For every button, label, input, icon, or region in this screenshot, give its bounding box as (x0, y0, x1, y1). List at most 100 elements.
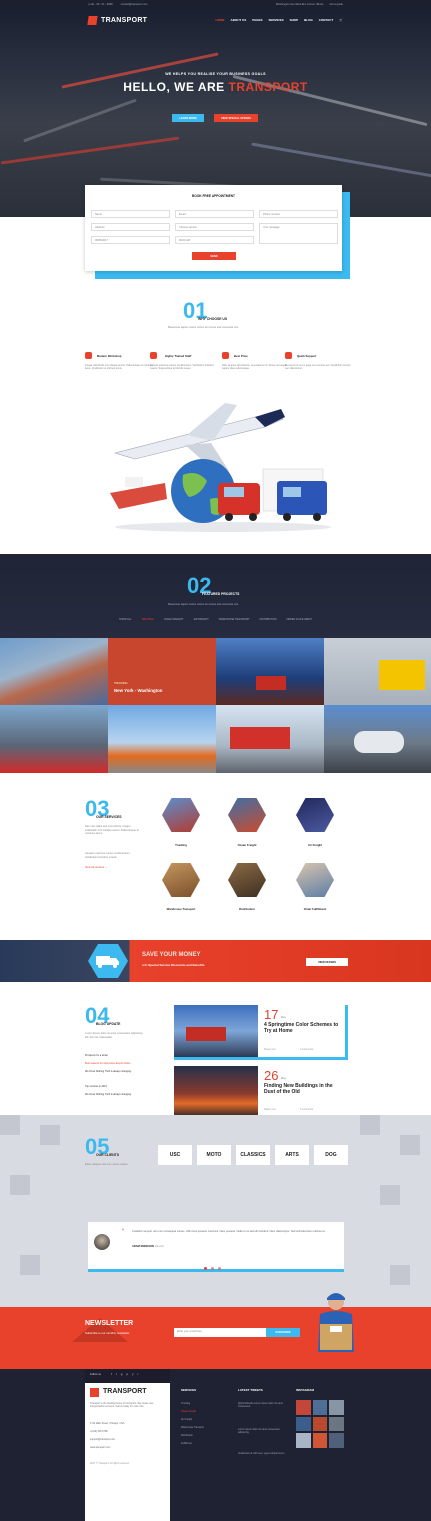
email-field[interactable]: Email (175, 210, 254, 218)
project-tile[interactable] (324, 705, 431, 773)
post-title[interactable]: 4 Springtime Color Schemes to Try at Hom… (264, 1022, 344, 1034)
slider-dot[interactable] (218, 1267, 221, 1270)
blog-image[interactable] (174, 1005, 258, 1057)
post-comments[interactable]: 3 comments (300, 1048, 313, 1051)
client-logo[interactable]: DOG (314, 1145, 348, 1165)
air-freight-hex[interactable] (296, 798, 334, 832)
instagram-thumb[interactable] (329, 1416, 344, 1432)
post-title[interactable]: Finding New Buildings in the Dust of the… (264, 1083, 344, 1095)
view-offers-button[interactable]: VIEW OFFERS (306, 958, 348, 966)
instagram-thumb[interactable] (312, 1433, 328, 1448)
post-meta[interactable]: Read more (264, 1048, 276, 1051)
instagram-thumb[interactable] (329, 1400, 344, 1415)
blog-list-item[interactable]: Prospects for a winter (85, 1054, 108, 1057)
youtube-icon[interactable]: y (132, 1372, 134, 1376)
distribution-hex[interactable] (228, 863, 266, 897)
twitter-icon[interactable]: t (116, 1372, 117, 1376)
blog-list-item[interactable]: We Know Nothing Truth is always changing… (85, 1070, 145, 1073)
footer-service-link[interactable]: Ocean Freight (181, 1410, 196, 1413)
service-label[interactable]: Warehouse Transport (151, 907, 211, 911)
project-tile[interactable] (0, 638, 108, 705)
project-tile[interactable] (108, 705, 216, 773)
service-label[interactable]: Order Fulfillment (285, 907, 345, 911)
ocean-freight-hex[interactable] (228, 798, 266, 832)
send-button[interactable]: SEND (192, 252, 236, 260)
logo-text[interactable]: TRANSPORT (101, 17, 147, 24)
project-tile[interactable] (216, 638, 324, 705)
instagram-thumb[interactable] (312, 1416, 328, 1432)
blog-list-item[interactable]: Top services in 2016 (85, 1085, 107, 1088)
fulfillment-hex[interactable] (296, 863, 334, 897)
nav-item-home[interactable]: HOME (216, 18, 225, 22)
footer-email[interactable]: support@transport.com (90, 1438, 115, 1441)
trucking-hex[interactable] (162, 798, 200, 832)
post-comments[interactable]: 5 comments (300, 1108, 313, 1111)
blog-image[interactable] (174, 1066, 258, 1116)
name-field[interactable]: Name (91, 210, 170, 218)
message-field[interactable]: Your message (259, 223, 338, 244)
filter-fulfillment[interactable]: ORDER FULFILLMENT (286, 618, 311, 621)
nav-item-pages[interactable]: PAGES (252, 18, 262, 22)
phone-field[interactable]: Phone number (259, 210, 338, 218)
project-tile-active[interactable]: TRUCKING New York - Washington (108, 638, 216, 705)
nav-item-services[interactable]: SERVICES (268, 18, 283, 22)
service-label[interactable]: Air Freight (285, 843, 345, 847)
filter-warehouse[interactable]: WAREHOUSE TRANSPORT (219, 618, 250, 621)
instagram-thumb[interactable] (296, 1400, 311, 1415)
testimonial-role: Director (155, 1245, 165, 1248)
email-text[interactable]: contact@transport.com (121, 3, 148, 6)
instagram-thumb[interactable] (329, 1433, 344, 1448)
client-logo[interactable]: USC (158, 1145, 192, 1165)
filter-air[interactable]: AIR FREIGHT (194, 618, 209, 621)
service-label[interactable]: Trucking (151, 843, 211, 847)
filter-ocean[interactable]: OCEAN FREIGHT (164, 618, 184, 621)
logo-icon[interactable] (87, 15, 98, 25)
filter-trucking[interactable]: TRUCKING (141, 618, 153, 621)
post-meta[interactable]: Read more (264, 1108, 276, 1111)
nav-item-blog[interactable]: BLOG (304, 18, 313, 22)
special-offers-button[interactable]: VIEW SPECIAL OFFERS (214, 114, 258, 122)
newsletter-email-input[interactable]: Enter your email here (174, 1328, 266, 1337)
time-field[interactable]: 09:00 AM (175, 236, 254, 244)
slider-dot[interactable] (211, 1267, 214, 1270)
instagram-thumb[interactable] (296, 1433, 311, 1448)
project-tile[interactable] (324, 638, 431, 705)
quote-link[interactable]: Get a quote (329, 3, 343, 6)
service-label[interactable]: Ocean Freight (217, 843, 277, 847)
rss-icon[interactable]: r (138, 1372, 139, 1376)
follow-label: Follow us (90, 1373, 101, 1376)
project-tile[interactable] (0, 705, 108, 773)
nav-item-contact[interactable]: CONTACT (319, 18, 333, 22)
cart-icon[interactable]: 🛒 (339, 18, 343, 22)
pinterest-icon[interactable]: p (126, 1372, 128, 1376)
nav-item-shop[interactable]: SHOP (290, 18, 299, 22)
client-logo[interactable]: ARTS (275, 1145, 309, 1165)
service-label[interactable]: Distribution (217, 907, 277, 911)
nav-item-about[interactable]: ABOUT US (231, 18, 247, 22)
footer-service-link[interactable]: Fulfillment (181, 1442, 192, 1445)
slider-dot-active[interactable] (204, 1267, 207, 1270)
footer-website[interactable]: www.transport.com (90, 1446, 110, 1449)
client-logo[interactable]: MOTO (197, 1145, 231, 1165)
blog-list-item[interactable]: Best seasons for Automotive Export Advic… (85, 1062, 131, 1065)
instagram-thumb[interactable] (296, 1416, 311, 1432)
footer-service-link[interactable]: Air Freight (181, 1418, 192, 1421)
client-logo[interactable]: CLASSICS (236, 1145, 270, 1165)
address-field[interactable]: Address (91, 223, 170, 231)
learn-more-button[interactable]: LEARN MORE (172, 114, 204, 122)
facebook-icon[interactable]: f (111, 1372, 112, 1376)
instagram-thumb[interactable] (312, 1400, 328, 1415)
view-services-link[interactable]: View all services → (85, 866, 107, 869)
footer-service-link[interactable]: Distribution (181, 1434, 193, 1437)
blog-list-item[interactable]: We Know Nothing Truth is always changing… (85, 1093, 145, 1096)
project-tile[interactable] (216, 705, 324, 773)
service-select[interactable]: Choose service (175, 223, 254, 231)
subscribe-button[interactable]: SUBSCRIBE (266, 1328, 300, 1337)
date-field[interactable]: 08/05/2017 (91, 236, 170, 244)
footer-service-link[interactable]: Trucking (181, 1402, 190, 1405)
filter-all[interactable]: SHOW ALL (119, 618, 131, 621)
filter-distribution[interactable]: DISTRIBUTION (260, 618, 277, 621)
warehouse-hex[interactable] (162, 863, 200, 897)
footer-service-link[interactable]: Warehouse Transport (181, 1426, 204, 1429)
googleplus-icon[interactable]: g (121, 1372, 123, 1376)
